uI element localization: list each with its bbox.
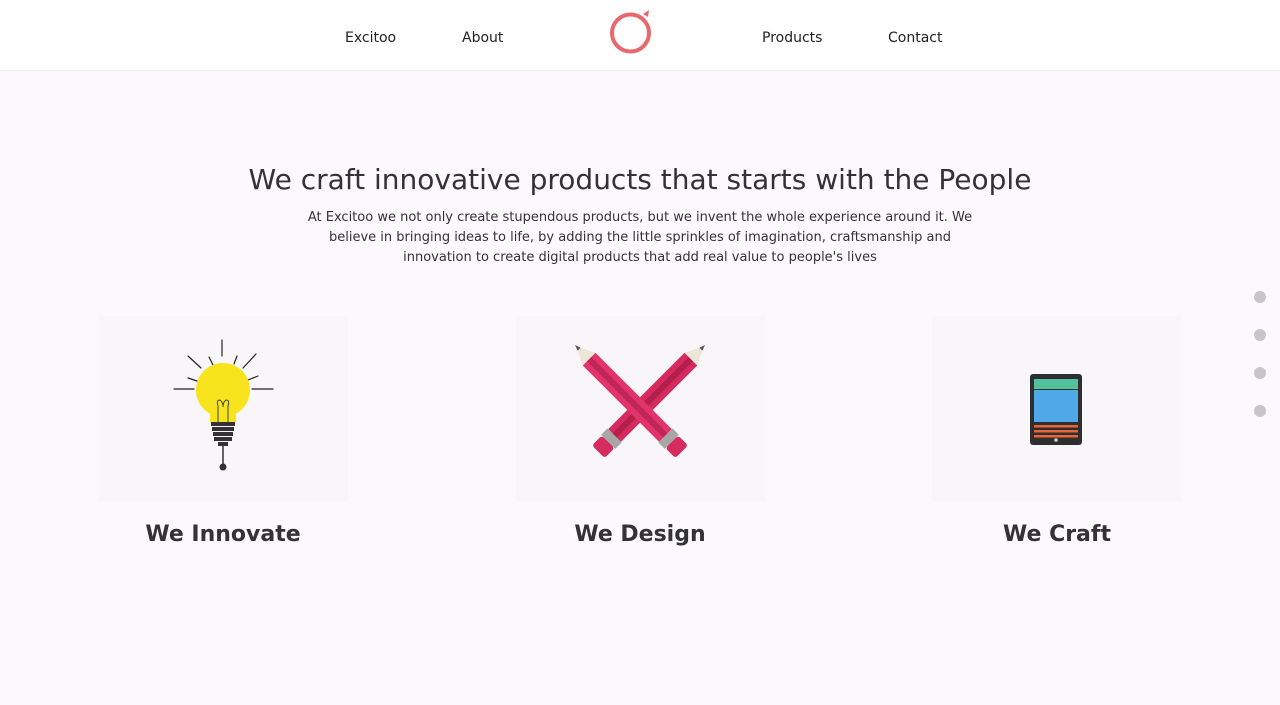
nav-link-excitoo[interactable]: Excitoo bbox=[345, 29, 396, 47]
feature-card-design bbox=[516, 316, 766, 502]
crossed-pencils-icon bbox=[574, 344, 706, 457]
hero-title: We craft innovative products that starts… bbox=[248, 163, 1032, 196]
feature-title-design: We Design bbox=[574, 522, 706, 547]
lightbulb-icon bbox=[173, 339, 274, 471]
top-nav: Excitoo About Products Contact bbox=[0, 0, 1280, 71]
feature-card-innovate bbox=[98, 316, 348, 502]
nav-link-products[interactable]: Products bbox=[762, 29, 822, 47]
feature-card-craft bbox=[932, 316, 1182, 502]
pagination-dot[interactable] bbox=[1254, 367, 1266, 379]
tablet-icon bbox=[1030, 374, 1082, 445]
hero-description: At Excitoo we not only create stupendous… bbox=[307, 210, 973, 265]
pagination-dot[interactable] bbox=[1254, 291, 1266, 303]
feature-title-craft: We Craft bbox=[1003, 522, 1111, 547]
nav-link-about[interactable]: About bbox=[462, 29, 503, 47]
pagination-dot[interactable] bbox=[1254, 405, 1266, 417]
pagination-dot[interactable] bbox=[1254, 329, 1266, 341]
brand-ring-icon[interactable] bbox=[606, 8, 656, 58]
nav-link-contact[interactable]: Contact bbox=[888, 29, 942, 47]
feature-title-innovate: We Innovate bbox=[145, 522, 301, 547]
section-pagination bbox=[1254, 291, 1266, 443]
